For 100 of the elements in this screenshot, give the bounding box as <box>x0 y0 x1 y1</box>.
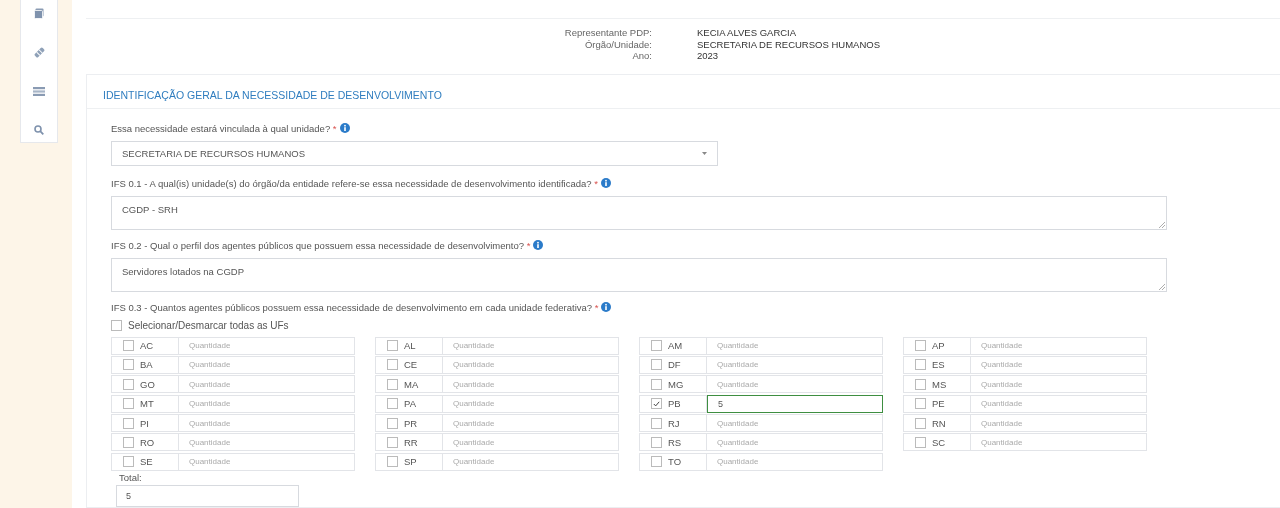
state-label: MA <box>404 378 419 390</box>
state-label: PR <box>404 417 418 429</box>
quantity-field[interactable]: Quantidade <box>443 414 619 433</box>
checkbox[interactable] <box>651 378 662 390</box>
checkbox[interactable] <box>123 340 134 351</box>
checkbox[interactable] <box>915 398 926 410</box>
info-value: 2023 <box>697 50 720 62</box>
state-label: MG <box>668 378 684 390</box>
state-label: SC <box>932 436 946 448</box>
total-field[interactable]: 5 <box>116 485 299 508</box>
quantity-field[interactable]: Quantidade <box>971 336 1147 355</box>
state-label: MS <box>932 378 947 390</box>
quantity-field[interactable]: Quantidade <box>179 355 355 374</box>
quantity-field[interactable]: Quantidade <box>971 433 1147 452</box>
checkbox[interactable] <box>387 378 398 390</box>
checkbox[interactable] <box>387 340 398 351</box>
quantity-field[interactable]: Quantidade <box>443 452 619 471</box>
state-label: PB <box>668 398 681 410</box>
state-label: BA <box>140 359 153 371</box>
unit-select[interactable]: SECRETARIA DE RECURSOS HUMANOS <box>111 140 718 166</box>
info-value: SECRETARIA DE RECURSOS HUMANOS <box>697 38 881 50</box>
checkbox[interactable] <box>123 359 134 371</box>
checkbox[interactable] <box>915 417 926 429</box>
quantity-field[interactable]: Quantidade <box>179 414 355 433</box>
book-icon[interactable] <box>34 7 44 19</box>
info-icon[interactable] <box>600 177 611 188</box>
checkbox[interactable] <box>387 436 398 448</box>
state-label: DF <box>668 359 681 371</box>
info-value: KECIA ALVES GARCIA <box>697 27 798 39</box>
state-label: TO <box>668 456 682 468</box>
checkbox[interactable] <box>123 378 134 390</box>
checkbox[interactable] <box>915 436 926 448</box>
quantity-field[interactable]: Quantidade <box>443 394 619 413</box>
info-icon[interactable] <box>533 239 544 250</box>
checkbox[interactable] <box>651 359 662 371</box>
quantity-field[interactable]: Quantidade <box>707 433 883 452</box>
checkbox[interactable] <box>387 417 398 429</box>
required-mark: * <box>594 177 598 189</box>
section-title: IDENTIFICAÇÃO GERAL DA NECESSIDADE DE DESENVOLVIMENTO <box>87 74 1280 109</box>
text-area[interactable]: Servidores lotados na CGDP <box>111 257 1167 292</box>
checkbox[interactable] <box>123 398 134 410</box>
caret-icon <box>702 151 707 155</box>
info-label: Órgão/Unidade: <box>583 38 652 50</box>
info-label: Ano: <box>631 50 652 62</box>
quantity-field[interactable]: Quantidade <box>707 452 883 471</box>
quantity-field[interactable]: Quantidade <box>971 355 1147 374</box>
quantity-field[interactable]: Quantidade <box>443 336 619 355</box>
checkbox[interactable] <box>651 436 662 448</box>
quantity-field[interactable]: 5 <box>707 394 883 413</box>
checkbox[interactable] <box>651 340 662 351</box>
quantity-field[interactable]: Quantidade <box>707 414 883 433</box>
checkbox[interactable] <box>915 340 926 351</box>
checkbox[interactable] <box>123 456 134 468</box>
pill-icon[interactable] <box>33 46 45 58</box>
checkbox[interactable] <box>915 359 926 371</box>
checkbox[interactable] <box>123 436 134 448</box>
text-area[interactable]: CGDP - SRH <box>111 195 1167 230</box>
resize-grip-icon <box>1159 283 1165 290</box>
state-label: AL <box>404 340 416 351</box>
quantity-field[interactable]: Quantidade <box>971 394 1147 413</box>
checkbox[interactable] <box>651 456 662 468</box>
quantity-field[interactable]: Quantidade <box>443 375 619 394</box>
checkbox[interactable] <box>387 359 398 371</box>
quantity-field[interactable]: Quantidade <box>707 336 883 355</box>
state-label: RJ <box>668 417 680 429</box>
info-icon[interactable] <box>339 122 350 133</box>
total-label: Total: <box>118 472 143 484</box>
quantity-field[interactable]: Quantidade <box>179 452 355 471</box>
field-label: IFS 0.3 - Quantos agentes públicos possuem essa necessidade de desenvolvimento em cada unidade federativa? <box>111 301 593 313</box>
quantity-field[interactable]: Quantidade <box>443 355 619 374</box>
quantity-field[interactable]: Quantidade <box>179 375 355 394</box>
list-icon[interactable] <box>33 86 45 96</box>
quantity-field[interactable]: Quantidade <box>179 336 355 355</box>
checkbox[interactable] <box>651 398 662 410</box>
required-mark: * <box>594 301 599 313</box>
info-icon[interactable] <box>601 301 612 312</box>
quantity-field[interactable]: Quantidade <box>707 355 883 374</box>
checkbox[interactable] <box>651 417 662 429</box>
checkbox[interactable] <box>387 398 398 410</box>
quantity-field[interactable]: Quantidade <box>971 375 1147 394</box>
quantity-field[interactable]: Quantidade <box>971 414 1147 433</box>
checkbox[interactable] <box>123 417 134 429</box>
checkbox[interactable] <box>111 320 122 331</box>
state-label: GO <box>140 378 155 390</box>
search-icon[interactable] <box>34 125 44 135</box>
quantity-field[interactable]: Quantidade <box>179 433 355 452</box>
required-mark: * <box>526 239 531 251</box>
checkbox[interactable] <box>387 456 398 468</box>
state-label: AC <box>140 340 154 351</box>
state-label: AM <box>668 340 683 351</box>
checkbox-label: Selecionar/Desmarcar todas as UFs <box>128 320 289 331</box>
field-label: IFS 0.1 - A qual(is) unidade(s) do órgão/da entidade refere-se essa necessidade de desenvolvimento identificada? <box>111 177 592 189</box>
state-label: CE <box>404 359 418 371</box>
checkbox[interactable] <box>915 378 926 390</box>
quantity-field[interactable]: Quantidade <box>179 394 355 413</box>
quantity-field[interactable]: Quantidade <box>707 375 883 394</box>
state-label: MT <box>140 398 154 410</box>
state-label: SP <box>404 456 417 468</box>
quantity-field[interactable]: Quantidade <box>443 433 619 452</box>
field-label: Essa necessidade estará vinculada à qual unidade? <box>111 122 331 134</box>
